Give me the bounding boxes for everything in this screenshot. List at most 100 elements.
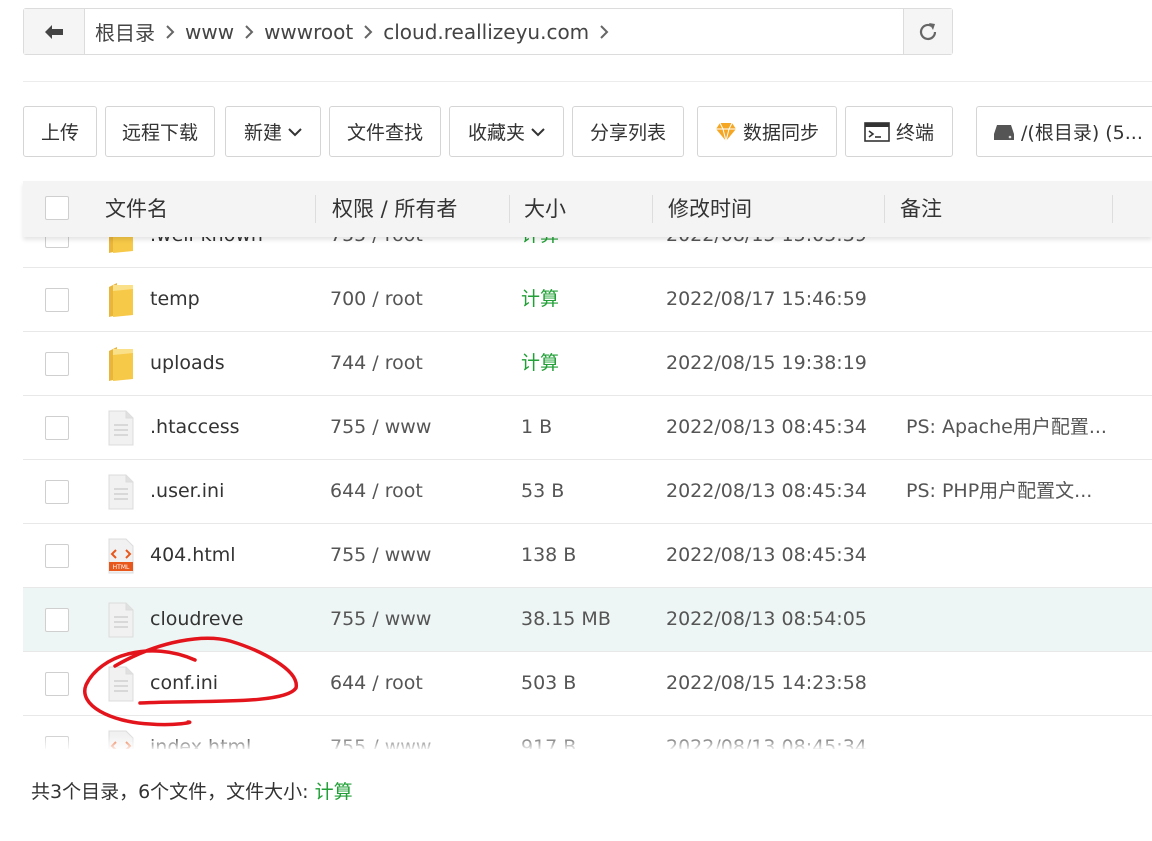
hard-drive-icon <box>994 124 1014 140</box>
back-button[interactable] <box>24 9 85 54</box>
file-size: 1 B <box>521 416 553 438</box>
file-name[interactable]: 404.html <box>150 524 236 587</box>
file-table-header: 文件名 权限 / 所有者 大小 修改时间 备注 <box>23 181 1152 237</box>
disk-label: /(根目录) (5... <box>1021 122 1143 144</box>
file-mtime: 2022/08/13 08:54:05 <box>666 608 867 630</box>
file-permission[interactable]: 644 / root <box>330 460 423 523</box>
table-row[interactable]: cloudreve 755 / www 38.15 MB 2022/08/13 08:… <box>23 588 1152 652</box>
header-size[interactable]: 大小 <box>524 181 566 237</box>
breadcrumb-item[interactable]: 根目录 <box>95 17 155 46</box>
file-size: 38.15 MB <box>521 608 611 630</box>
folder-icon <box>107 345 135 383</box>
file-mtime: 2022/08/15 19:38:19 <box>666 352 867 374</box>
row-checkbox[interactable] <box>45 608 69 632</box>
file-search-button[interactable]: 文件查找 <box>329 106 441 157</box>
file-size[interactable]: 计算 <box>521 237 559 267</box>
file-mtime: 2022/08/15 15:05:39 <box>666 237 867 267</box>
row-checkbox[interactable] <box>45 237 69 248</box>
document-icon <box>107 665 135 703</box>
row-checkbox[interactable] <box>45 288 69 312</box>
table-row[interactable]: .well-known 755 / root 计算 2022/08/15 15:05:… <box>23 237 1152 268</box>
data-sync-label: 数据同步 <box>742 122 819 144</box>
refresh-button[interactable] <box>903 9 952 54</box>
footer-summary-text: 共3个目录，6个文件，文件大小: <box>31 781 309 803</box>
breadcrumb-label: wwwroot <box>264 19 354 44</box>
diamond-icon <box>715 122 736 141</box>
select-all-checkbox[interactable] <box>45 196 69 220</box>
file-permission[interactable]: 755 / www <box>330 588 431 651</box>
remote-download-button[interactable]: 远程下载 <box>105 106 215 157</box>
file-size[interactable]: 计算 <box>521 268 559 331</box>
file-note[interactable]: PS: Apache用户配置... <box>906 396 1107 459</box>
file-permission[interactable]: 644 / root <box>330 652 423 715</box>
new-dropdown-button[interactable]: 新建 <box>225 106 321 157</box>
row-checkbox[interactable] <box>45 544 69 568</box>
file-permission[interactable]: 700 / root <box>330 268 423 331</box>
header-mtime[interactable]: 修改时间 <box>668 181 752 237</box>
file-name[interactable]: conf.ini <box>150 652 218 715</box>
column-divider <box>1112 195 1113 223</box>
header-perm[interactable]: 权限 / 所有者 <box>332 181 457 237</box>
data-sync-button[interactable]: 数据同步 <box>697 106 837 157</box>
footer-summary: 共3个目录，6个文件，文件大小: 计算 <box>31 777 353 804</box>
table-row[interactable]: .user.ini 644 / root 53 B 2022/08/13 08:45:… <box>23 460 1152 524</box>
chevron-right-icon <box>589 24 619 39</box>
arrow-left-icon <box>45 24 63 39</box>
scroll-fade <box>23 735 1152 751</box>
new-label: 新建 <box>243 122 282 144</box>
divider <box>23 81 1152 82</box>
file-name[interactable]: temp <box>150 268 200 331</box>
chevron-down-icon <box>288 127 302 136</box>
file-note[interactable]: PS: PHP用户配置文... <box>906 460 1092 523</box>
file-size: 138 B <box>521 544 577 566</box>
footer-calc-link[interactable]: 计算 <box>315 781 353 803</box>
breadcrumb-label: cloud.reallizeyu.com <box>383 19 590 44</box>
file-mtime: 2022/08/13 08:45:34 <box>666 480 867 502</box>
file-name[interactable]: cloudreve <box>150 588 243 651</box>
remote-download-label: 远程下载 <box>121 122 198 144</box>
folder-icon <box>107 281 135 319</box>
file-table-body: .well-known 755 / root 计算 2022/08/15 15:05:… <box>23 237 1152 749</box>
disk-select-button[interactable]: /(根目录) (5... <box>976 106 1152 157</box>
column-divider <box>315 195 316 223</box>
breadcrumb-item[interactable]: www <box>185 20 234 44</box>
file-mtime: 2022/08/13 08:45:34 <box>666 544 867 566</box>
breadcrumb-item[interactable]: wwwroot <box>264 20 353 44</box>
table-row[interactable]: temp 700 / root 计算 2022/08/17 15:46:59 <box>23 268 1152 332</box>
file-size[interactable]: 计算 <box>521 332 559 395</box>
upload-button[interactable]: 上传 <box>23 106 97 157</box>
chevron-right-icon <box>353 24 383 39</box>
table-row[interactable]: uploads 744 / root 计算 2022/08/15 19:38:19 <box>23 332 1152 396</box>
breadcrumb: 根目录 www wwwroot cloud.reallizeyu.com <box>85 9 903 54</box>
breadcrumb-label: www <box>185 19 235 44</box>
file-permission[interactable]: 755 / www <box>330 524 431 587</box>
share-list-button[interactable]: 分享列表 <box>572 106 684 157</box>
row-checkbox[interactable] <box>45 480 69 504</box>
terminal-button[interactable]: 终端 <box>845 106 953 157</box>
document-icon <box>107 409 135 447</box>
favorites-dropdown-button[interactable]: 收藏夹 <box>449 106 564 157</box>
address-bar: 根目录 www wwwroot cloud.reallizeyu.com <box>23 8 953 55</box>
file-mtime: 2022/08/17 15:46:59 <box>666 288 867 310</box>
file-name[interactable]: .htaccess <box>150 396 240 459</box>
file-permission[interactable]: 755 / www <box>330 396 431 459</box>
header-note[interactable]: 备注 <box>900 181 942 237</box>
file-permission[interactable]: 744 / root <box>330 332 423 395</box>
header-name[interactable]: 文件名 <box>105 181 168 237</box>
file-name[interactable]: uploads <box>150 332 225 395</box>
file-name[interactable]: .well-known <box>150 237 263 267</box>
favorites-label: 收藏夹 <box>467 122 525 144</box>
refresh-icon <box>919 22 937 40</box>
row-checkbox[interactable] <box>45 416 69 440</box>
terminal-icon <box>864 121 890 142</box>
table-row[interactable]: HTML 404.html 755 / www 138 B 2022/08/13 08:… <box>23 524 1152 588</box>
breadcrumb-item[interactable]: cloud.reallizeyu.com <box>383 20 589 44</box>
file-name[interactable]: .user.ini <box>150 460 224 523</box>
table-row[interactable]: conf.ini 644 / root 503 B 2022/08/15 14:23:… <box>23 652 1152 716</box>
file-permission[interactable]: 755 / root <box>330 237 423 267</box>
row-checkbox[interactable] <box>45 352 69 376</box>
chevron-right-icon <box>155 24 185 39</box>
table-row[interactable]: .htaccess 755 / www 1 B 2022/08/13 08:45:34… <box>23 396 1152 460</box>
row-checkbox[interactable] <box>45 672 69 696</box>
file-mtime: 2022/08/15 14:23:58 <box>666 672 867 694</box>
